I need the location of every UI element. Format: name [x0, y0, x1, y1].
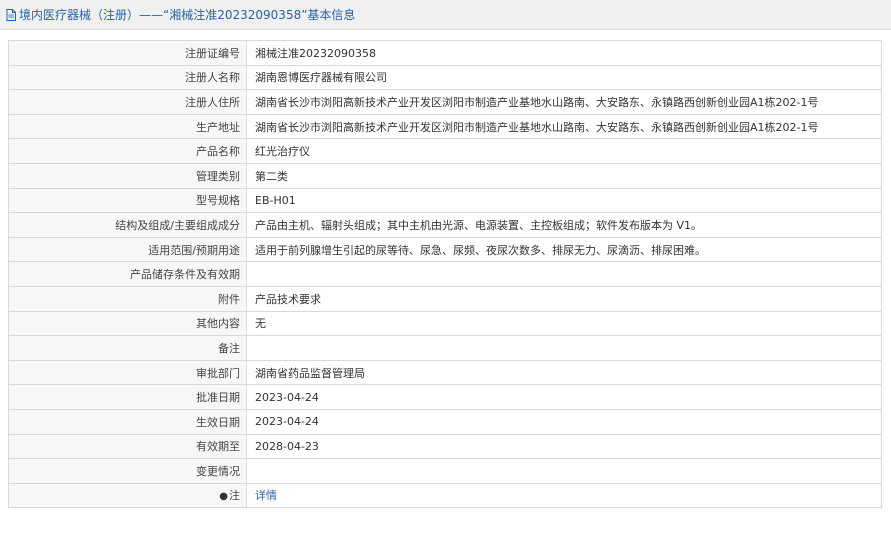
header-title: “湘械注准20232090358”基本信息 [163, 8, 356, 22]
info-table-container: 注册证编号 湘械注准20232090358 注册人名称 湖南恩博医疗器械有限公司 注… [8, 40, 882, 509]
row-label: 生效日期 [8, 408, 247, 435]
row-label: 适用范围/预期用途 [8, 236, 247, 263]
row-value: EB-H01 [246, 187, 882, 214]
note-row: ●注 详情 [8, 482, 882, 509]
note-label-cell: ●注 [8, 482, 247, 509]
row-label: 变更情况 [8, 458, 247, 484]
row-label: 其他内容 [8, 310, 247, 337]
pin-icon: ● [219, 491, 228, 503]
row-value: 红光治疗仪 [246, 138, 882, 164]
row-value: 湘械注准20232090358 [246, 40, 882, 66]
row-label: 注册人住所 [8, 89, 247, 115]
note-label: 注 [229, 489, 240, 503]
row-label: 型号规格 [8, 187, 247, 214]
row-label: 管理类别 [8, 162, 247, 189]
table-row: 生效日期 2023-04-24 [8, 408, 882, 435]
header-category: 境内医疗器械（注册） [19, 8, 140, 22]
table-row: 产品储存条件及有效期 [8, 261, 882, 287]
row-value: 第二类 [246, 162, 882, 189]
table-row: 附件 产品技术要求 [8, 285, 882, 312]
document-icon [6, 8, 16, 21]
row-value: 2028-04-23 [246, 433, 882, 460]
row-value: 湖南省药品监督管理局 [246, 359, 882, 386]
row-label: 审批部门 [8, 359, 247, 386]
row-label: 生产地址 [8, 113, 247, 140]
row-label: 附件 [8, 285, 247, 312]
row-label: 注册证编号 [8, 40, 247, 66]
row-label: 注册人名称 [8, 64, 247, 91]
row-label: 有效期至 [8, 433, 247, 460]
row-value: 湖南省长沙市浏阳高新技术产业开发区浏阳市制造产业基地水山路南、大安路东、永镇路西… [246, 89, 882, 115]
row-label: 批准日期 [8, 384, 247, 410]
table-row: 注册证编号 湘械注准20232090358 [8, 40, 882, 66]
table-row: 注册人住所 湖南省长沙市浏阳高新技术产业开发区浏阳市制造产业基地水山路南、大安路东… [8, 89, 882, 115]
page-header: 境内医疗器械（注册） —— “湘械注准20232090358”基本信息 [0, 0, 891, 30]
info-table: 注册证编号 湘械注准20232090358 注册人名称 湖南恩博医疗器械有限公司 注… [8, 40, 882, 509]
table-row: 备注 [8, 335, 882, 361]
row-value: 2023-04-24 [246, 408, 882, 435]
row-label: 产品储存条件及有效期 [8, 261, 247, 287]
table-row: 注册人名称 湖南恩博医疗器械有限公司 [8, 64, 882, 91]
row-value: 产品技术要求 [246, 285, 882, 312]
table-row: 变更情况 [8, 458, 882, 484]
row-value: 湖南恩博医疗器械有限公司 [246, 64, 882, 91]
note-value-cell: 详情 [246, 482, 882, 509]
row-value [246, 335, 882, 361]
table-row: 管理类别 第二类 [8, 162, 882, 189]
table-row: 其他内容无 [8, 310, 882, 337]
row-value [246, 458, 882, 484]
table-row: 审批部门 湖南省药品监督管理局 [8, 359, 882, 386]
detail-link[interactable]: 详情 [255, 489, 277, 502]
header-separator: —— [139, 7, 164, 22]
row-label: 结构及组成/主要组成成分 [8, 212, 247, 238]
table-row: 产品名称 红光治疗仪 [8, 138, 882, 164]
table-row: 有效期至 2028-04-23 [8, 433, 882, 460]
row-label: 产品名称 [8, 138, 247, 164]
row-value: 无 [246, 310, 882, 337]
row-value: 湖南省长沙市浏阳高新技术产业开发区浏阳市制造产业基地水山路南、大安路东、永镇路西… [246, 113, 882, 140]
row-value: 2023-04-24 [246, 384, 882, 410]
row-value [246, 261, 882, 287]
table-row: 适用范围/预期用途 适用于前列腺增生引起的尿等待、尿急、尿频、夜尿次数多、排尿无力… [8, 236, 882, 263]
row-value: 适用于前列腺增生引起的尿等待、尿急、尿频、夜尿次数多、排尿无力、尿滴沥、排尿困难… [246, 236, 882, 263]
table-row: 结构及组成/主要组成成分 产品由主机、辐射头组成；其中主机由光源、电源装置、主控板… [8, 212, 882, 238]
table-row: 型号规格 EB-H01 [8, 187, 882, 214]
row-label: 备注 [8, 335, 247, 361]
row-value: 产品由主机、辐射头组成；其中主机由光源、电源装置、主控板组成；软件发布版本为 V… [246, 212, 882, 238]
table-row: 批准日期 2023-04-24 [8, 384, 882, 410]
table-row: 生产地址 湖南省长沙市浏阳高新技术产业开发区浏阳市制造产业基地水山路南、大安路东、… [8, 113, 882, 140]
